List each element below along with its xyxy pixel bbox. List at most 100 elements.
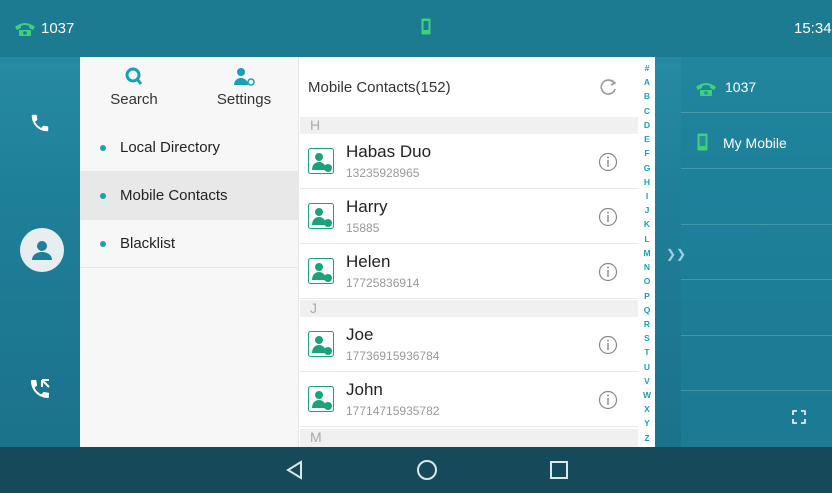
alphabet-letter[interactable]: A (644, 77, 650, 87)
divider (681, 224, 832, 225)
contact-number: 13235928965 (346, 166, 420, 180)
alphabet-letter[interactable]: R (644, 319, 650, 329)
contact-name: Harry (346, 197, 388, 216)
group-header: M (300, 429, 638, 447)
line-extension-label[interactable]: 1037 (725, 79, 756, 95)
alphabet-letter[interactable]: V (644, 376, 650, 386)
contact-row[interactable]: Harry 15885 (300, 189, 638, 244)
contacts-list: Mobile Contacts(152) H Habas Duo 1323592… (300, 57, 655, 447)
contact-avatar-icon (308, 386, 334, 412)
alphabet-letter[interactable]: T (644, 347, 649, 357)
alphabet-letter[interactable]: X (644, 404, 650, 414)
back-icon[interactable] (283, 458, 307, 482)
dial-button[interactable] (20, 103, 60, 143)
call-history-icon (31, 379, 50, 398)
alphabet-letter[interactable]: O (644, 276, 651, 286)
contact-row[interactable]: Habas Duo 13235928965 (300, 134, 638, 189)
contact-avatar-icon (308, 258, 334, 284)
search-button[interactable]: Search (94, 67, 174, 108)
contact-number: 17736915936784 (346, 349, 440, 363)
line-phone-icon (15, 23, 35, 36)
my-mobile-label[interactable]: My Mobile (723, 135, 787, 151)
menu-item-label: Mobile Contacts (120, 187, 228, 204)
settings-button[interactable]: Settings (204, 67, 284, 108)
divider (681, 335, 832, 336)
info-icon[interactable] (598, 262, 618, 282)
contact-number: 17725836914 (346, 276, 420, 290)
group-header: H (300, 117, 638, 134)
alphabet-letter[interactable]: P (644, 291, 650, 301)
contact-avatar-icon (308, 148, 334, 174)
alphabet-letter[interactable]: K (644, 219, 650, 229)
alphabet-index[interactable]: # A B C D E F G H I J K L M N O P Q R S T U V W X Y Z (639, 63, 655, 443)
alphabet-letter[interactable]: F (644, 148, 649, 158)
directory-menu: Search Settings Local Directory Mobile C… (80, 57, 299, 447)
alphabet-letter[interactable]: Q (644, 305, 651, 315)
info-icon[interactable] (598, 152, 618, 172)
alphabet-letter[interactable]: H (644, 177, 650, 187)
alphabet-letter[interactable]: I (646, 191, 648, 201)
menu-item-blacklist[interactable]: Blacklist (80, 220, 299, 268)
info-icon[interactable] (598, 390, 618, 410)
handset-icon (31, 114, 49, 132)
contact-number: 15885 (346, 221, 380, 235)
alphabet-letter[interactable]: S (644, 333, 650, 343)
panel-expand-icon[interactable]: ❯❯ (666, 247, 686, 261)
alphabet-letter[interactable]: J (645, 205, 650, 215)
bullet-icon (100, 192, 106, 199)
contact-name: Habas Duo (346, 142, 432, 161)
bullet-icon (100, 144, 106, 151)
alphabet-letter[interactable]: D (644, 120, 650, 130)
alphabet-letter[interactable]: Y (644, 418, 650, 428)
divider (681, 390, 832, 391)
alphabet-letter[interactable]: W (643, 390, 651, 400)
settings-label: Settings (216, 91, 272, 108)
phone-screen: 1037 15:34 Search Settings Local Directo… (0, 0, 832, 493)
person-icon (32, 241, 52, 260)
recents-icon[interactable] (547, 458, 571, 482)
alphabet-letter[interactable]: M (643, 248, 650, 258)
group-header: J (300, 300, 638, 317)
info-icon[interactable] (598, 207, 618, 227)
home-icon[interactable] (415, 458, 439, 482)
alphabet-letter[interactable]: Z (644, 433, 649, 443)
status-extension: 1037 (41, 20, 75, 37)
bullet-icon (100, 240, 106, 247)
menu-item-label: Local Directory (120, 139, 221, 156)
line-phone-icon (696, 83, 716, 96)
call-history-button[interactable] (20, 369, 60, 409)
contact-settings-icon (234, 68, 255, 86)
line-panel: 1037 My Mobile (681, 57, 832, 447)
menu-item-local-directory[interactable]: Local Directory (80, 124, 299, 172)
menu-item-mobile-contacts[interactable]: Mobile Contacts (80, 172, 299, 220)
contact-number: 17714715935782 (346, 404, 440, 418)
contact-name: Helen (346, 252, 391, 271)
refresh-icon[interactable] (598, 77, 618, 97)
alphabet-letter[interactable]: G (644, 163, 651, 173)
mobile-link-icon (421, 18, 431, 35)
contact-row[interactable]: John 17714715935782 (300, 372, 638, 427)
contacts-header: Mobile Contacts(152) (300, 57, 640, 117)
divider (681, 168, 832, 169)
alphabet-letter[interactable]: U (644, 362, 650, 372)
contacts-title: Mobile Contacts(152) (308, 78, 451, 96)
menu-item-label: Blacklist (120, 235, 176, 252)
alphabet-letter[interactable]: E (644, 134, 650, 144)
contact-name: Joe (346, 325, 374, 344)
contact-row[interactable]: Helen 17725836914 (300, 244, 638, 299)
alphabet-letter[interactable]: C (644, 106, 650, 116)
search-label: Search (110, 91, 158, 108)
alphabet-letter[interactable]: B (644, 91, 650, 101)
contacts-button[interactable] (20, 228, 64, 272)
left-nav-rail (0, 57, 80, 447)
alphabet-letter[interactable]: # (645, 63, 650, 73)
fullscreen-icon[interactable] (791, 409, 807, 425)
contact-row[interactable]: Joe 17736915936784 (300, 317, 638, 372)
directory-panel: Search Settings Local Directory Mobile C… (80, 57, 655, 447)
alphabet-letter[interactable]: N (644, 262, 650, 272)
system-nav-bar (0, 447, 832, 493)
alphabet-letter[interactable]: L (644, 234, 649, 244)
status-bar: 1037 15:34 (0, 0, 832, 57)
info-icon[interactable] (598, 335, 618, 355)
search-icon (125, 67, 143, 85)
